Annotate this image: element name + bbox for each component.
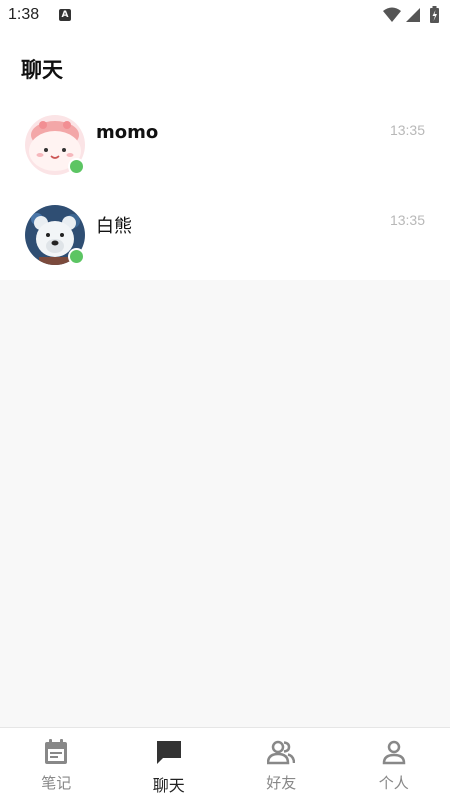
nav-label: 聊天 (113, 772, 226, 796)
chat-name: 白熊 (96, 212, 132, 238)
cellular-signal-icon (406, 8, 420, 22)
bottom-nav: 笔记 聊天 好友 个人 (0, 727, 450, 801)
calendar-note-icon (42, 738, 70, 766)
nav-label: 笔记 (0, 772, 113, 793)
nav-label: 好友 (225, 772, 338, 793)
chat-time: 13:35 (390, 212, 425, 228)
nav-item-chat[interactable]: 聊天 (113, 728, 226, 801)
status-time: 1:38 (8, 6, 39, 24)
header: 聊天 (0, 30, 450, 100)
notification-a-icon: A (59, 9, 71, 21)
page-title: 聊天 (21, 54, 63, 84)
status-indicators (382, 6, 444, 24)
chat-item-baixiong[interactable]: 白熊 13:35 (0, 190, 450, 280)
nav-item-profile[interactable]: 个人 (338, 728, 450, 801)
person-icon (380, 738, 408, 766)
nav-label: 个人 (338, 772, 450, 793)
nav-item-notes[interactable]: 笔记 (0, 728, 113, 801)
online-status-dot (68, 248, 85, 265)
chat-bubble-icon (155, 738, 183, 766)
status-bar: 1:38 A (0, 0, 450, 30)
wifi-icon (383, 8, 401, 23)
nav-item-friends[interactable]: 好友 (225, 728, 338, 801)
battery-icon (430, 6, 439, 23)
chat-time: 13:35 (390, 122, 425, 138)
online-status-dot (68, 158, 85, 175)
chat-name: momo (96, 122, 158, 143)
friends-icon (267, 738, 295, 766)
chat-item-momo[interactable]: momo 13:35 (0, 100, 450, 190)
chat-list: momo 13:35 白熊 13:35 (0, 100, 450, 280)
